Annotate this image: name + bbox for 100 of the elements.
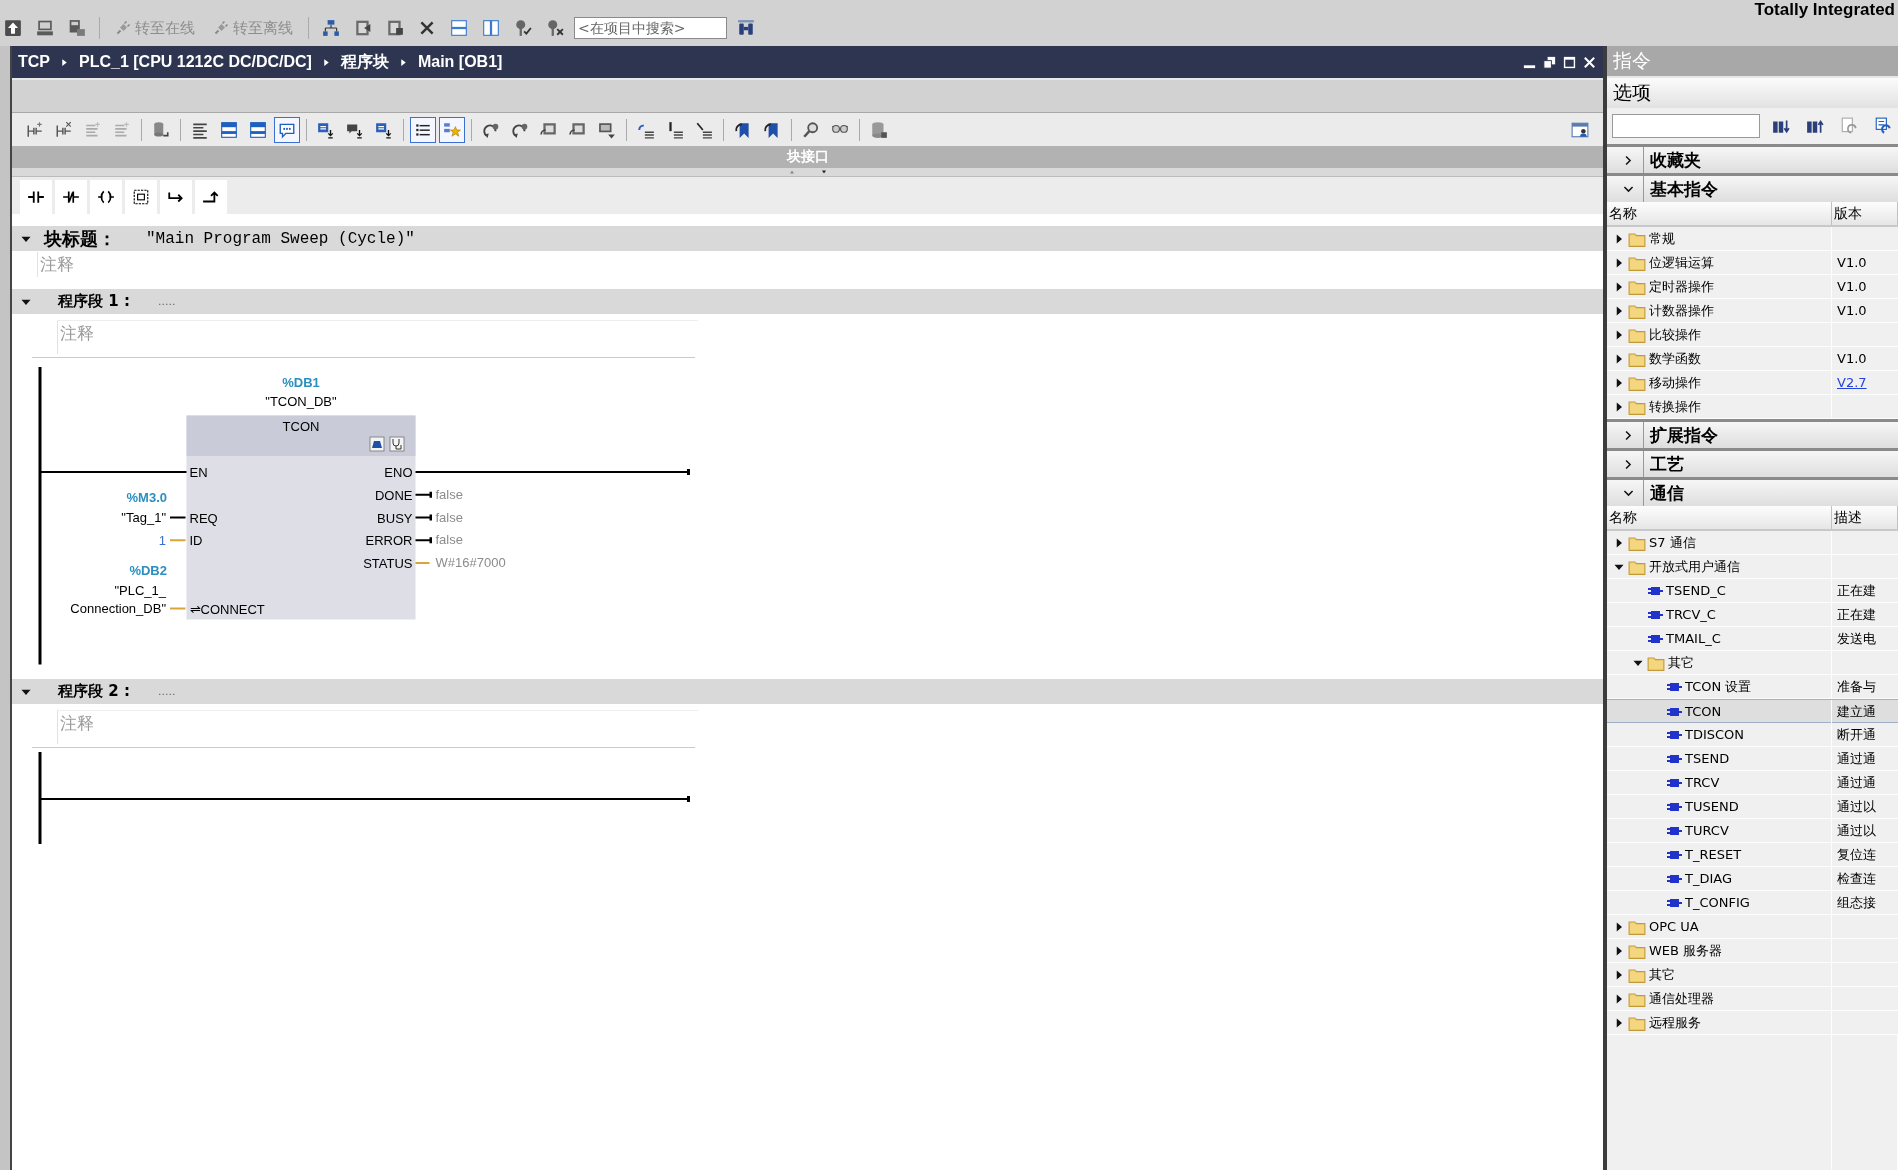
column-header[interactable]: 名称 [1607, 202, 1832, 225]
column-header[interactable]: 描述 [1832, 506, 1898, 529]
section-header[interactable]: 通信 [1607, 477, 1898, 506]
hook-arrow-button[interactable] [160, 180, 192, 214]
breadcrumb-item[interactable]: 程序块 [340, 51, 389, 73]
coil-button[interactable] [90, 180, 122, 214]
network-name-dots[interactable]: ..... [157, 685, 176, 698]
operand-name[interactable]: "PLC_1_ [114, 583, 166, 598]
block-title-value[interactable]: "Main Program Sweep (Cycle)" [146, 229, 415, 248]
coil-icon [97, 188, 115, 206]
tree-row[interactable]: 计数器操作 V1.0 [1607, 299, 1898, 323]
tree-row[interactable]: TCON 建立通 [1607, 699, 1898, 723]
search-field[interactable]: <在项目中搜索> [574, 17, 727, 39]
speech-bubble-button[interactable] [274, 116, 300, 143]
key-check-icon [514, 19, 532, 37]
close-icon[interactable] [1582, 54, 1597, 70]
breadcrumb-item[interactable]: TCP [18, 53, 50, 71]
section-header[interactable]: 收藏夹 [1607, 144, 1898, 173]
tree-row[interactable]: 常规 [1607, 227, 1898, 251]
version-link[interactable]: V2.7 [1837, 375, 1867, 390]
network-download-icon [375, 120, 393, 139]
window-bars-icon [220, 120, 238, 139]
bookmark-icon [734, 120, 752, 139]
pin-label: BUSY [377, 510, 413, 526]
tree-row[interactable]: 转换操作 [1607, 395, 1898, 419]
function-block[interactable] [186, 415, 416, 620]
tree-row[interactable]: 数学函数 V1.0 [1607, 347, 1898, 371]
item-name: 通信处理器 [1649, 989, 1714, 1008]
maximize-icon[interactable] [1562, 54, 1577, 70]
item-name: TRCV_C [1666, 607, 1716, 622]
section-header[interactable]: 基本指令 [1607, 173, 1898, 202]
cylinder-lock-icon [870, 120, 888, 139]
network-name-dots[interactable]: ..... [157, 295, 176, 308]
tree-row[interactable]: 比较操作 [1607, 323, 1898, 347]
box-icon[interactable] [369, 436, 385, 452]
item-name: 数学函数 [1649, 349, 1701, 368]
options-title: 选项 [1613, 81, 1651, 105]
breadcrumb-item[interactable]: Main [OB1] [417, 53, 503, 71]
section-header[interactable]: 扩展指令 [1607, 419, 1898, 448]
wire [414, 514, 433, 521]
tree-row[interactable]: 通信处理器 [1607, 987, 1898, 1011]
item-name: TURCV [1685, 823, 1729, 838]
cylinder-arrow-icon [152, 120, 170, 139]
operand-name[interactable]: Connection_DB" [70, 601, 166, 616]
column-header[interactable]: 名称 [1607, 506, 1832, 529]
tree-row[interactable]: T_RESET 复位连 [1607, 843, 1898, 867]
operand-name[interactable]: "Tag_1" [121, 510, 166, 525]
window-play-icon [354, 19, 372, 37]
star-button[interactable] [439, 116, 465, 143]
tree-row[interactable]: 位逻辑运算 V1.0 [1607, 251, 1898, 275]
network-title: 程序段 2 : [58, 682, 130, 701]
tree-row[interactable]: WEB 服务器 [1607, 939, 1898, 963]
slashed-contact-button[interactable] [55, 180, 87, 214]
section-header[interactable]: 工艺 [1607, 448, 1898, 477]
tree-row[interactable]: TCON 设置 准备与 [1607, 675, 1898, 699]
tree-row[interactable]: TMAIL_C 发送电 [1607, 627, 1898, 651]
tree-row[interactable]: T_CONFIG 组态接 [1607, 891, 1898, 915]
tree-row[interactable]: TSEND 通过通 [1607, 747, 1898, 771]
operand-address: %M3.0 [126, 490, 167, 505]
pin-label: STATUS [363, 556, 413, 571]
tree-row[interactable]: TSEND_C 正在建 [1607, 579, 1898, 603]
block-type: TCON [282, 419, 320, 434]
breadcrumb-item[interactable]: PLC_1 [CPU 1212C DC/DC/DC] [79, 53, 312, 71]
tree-row[interactable]: TDISCON 断开通 [1607, 723, 1898, 747]
tree-row[interactable]: 其它 [1607, 651, 1898, 675]
wire [169, 607, 187, 610]
instance-address: %DB1 [282, 375, 320, 390]
version-text: V1.0 [1837, 303, 1867, 318]
section-title: 通信 [1650, 482, 1684, 505]
tree-row[interactable]: TRCV_C 正在建 [1607, 603, 1898, 627]
dashed-box-button[interactable] [125, 180, 157, 214]
tree-row[interactable]: OPC UA [1607, 915, 1898, 939]
list-button[interactable] [410, 116, 436, 143]
tree-row[interactable]: 开放式用户通信 [1607, 555, 1898, 579]
item-name: T_RESET [1685, 847, 1742, 862]
output-value: false [435, 486, 463, 502]
tree-row[interactable]: TURCV 通过以 [1607, 819, 1898, 843]
tree-row[interactable]: T_DIAG 检查连 [1607, 867, 1898, 891]
binoculars-down-icon [1772, 117, 1790, 135]
stethoscope-icon[interactable] [389, 436, 405, 452]
up-arrow-button[interactable] [195, 180, 227, 214]
operand-address: %DB2 [129, 563, 167, 578]
tree-row[interactable]: S7 通信 [1607, 531, 1898, 555]
search-field[interactable] [1612, 114, 1760, 138]
contact-button[interactable] [20, 180, 52, 214]
triangle-up-icon [787, 168, 796, 176]
operand-name[interactable]: 1 [158, 532, 166, 548]
split-vertical-icon [482, 19, 500, 37]
column-header[interactable]: 版本 [1832, 202, 1898, 225]
item-name: 计数器操作 [1649, 301, 1714, 320]
item-name: TMAIL_C [1666, 631, 1721, 646]
item-name: 远程服务 [1649, 1013, 1701, 1032]
tree-row[interactable]: TUSEND 通过以 [1607, 795, 1898, 819]
tree-row[interactable]: TRCV 通过通 [1607, 771, 1898, 795]
tree-row[interactable]: 其它 [1607, 963, 1898, 987]
restore-icon[interactable] [1542, 54, 1557, 70]
tree-row[interactable]: 远程服务 [1607, 1011, 1898, 1035]
output-value: false [435, 532, 463, 548]
tree-row[interactable]: 定时器操作 V1.0 [1607, 275, 1898, 299]
tree-row[interactable]: 移动操作 V2.7 [1607, 371, 1898, 395]
